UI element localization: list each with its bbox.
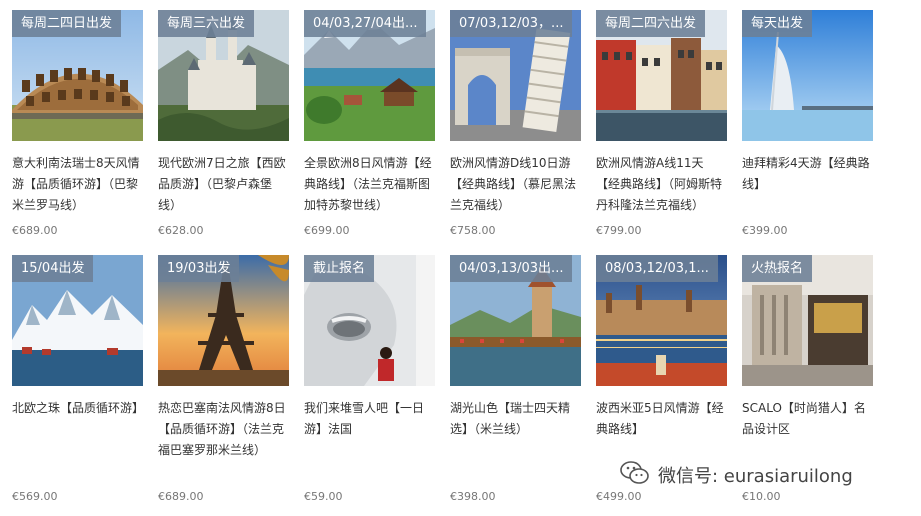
product-image-eiffel[interactable]: 19/03出发: [158, 255, 289, 386]
departure-badge: 15/04出发: [12, 255, 94, 282]
product-price: €799.00: [596, 224, 642, 237]
departure-badge: 每天出发: [742, 10, 813, 37]
departure-badge: 08/03,12/03,1...: [596, 255, 718, 282]
product-price: €398.00: [450, 490, 496, 503]
product-title[interactable]: 热恋巴塞南法风情游8日【品质循环游】（法兰克福巴塞罗那米兰线）: [158, 398, 289, 482]
departure-badge: 07/03,12/03，...: [450, 10, 573, 37]
product-price: €628.00: [158, 224, 204, 237]
product-title[interactable]: 现代欧洲7日之旅【西欧品质游】（巴黎卢森堡线）: [158, 153, 289, 216]
product-image-snow-sculpture[interactable]: 截止报名: [304, 255, 435, 386]
product-title[interactable]: 欧洲风情游D线10日游【经典路线】（慕尼黑法兰克福线）: [450, 153, 581, 216]
product-title[interactable]: 迪拜精彩4天游【经典路线】: [742, 153, 873, 216]
departure-badge: 19/03出发: [158, 255, 240, 282]
product-card[interactable]: 每天出发 迪拜精彩4天游【经典路线】 €399.00: [742, 10, 873, 255]
product-card[interactable]: 07/03,12/03，... 欧洲风情游D线10日游【经典路线】（慕尼黑法兰克…: [450, 10, 581, 255]
departure-badge: 每周二四日出发: [12, 10, 122, 37]
departure-badge: 每周三六出发: [158, 10, 255, 37]
product-image-prague[interactable]: 08/03,12/03,1...: [596, 255, 727, 386]
product-price: €758.00: [450, 224, 496, 237]
product-card[interactable]: 每周二四六出发 欧洲风情游A线11天【经典路线】（阿姆斯特丹科隆法兰克福线） €…: [596, 10, 727, 255]
product-image-lofoten[interactable]: 15/04出发: [12, 255, 143, 386]
product-title[interactable]: 湖光山色【瑞士四天精选】（米兰线）: [450, 398, 581, 482]
product-image-scalo-outlet[interactable]: 火热报名: [742, 255, 873, 386]
product-image-alpine-lake[interactable]: 04/03,27/04出...: [304, 10, 435, 141]
product-image-lucerne[interactable]: 04/03,13/03出...: [450, 255, 581, 386]
product-card[interactable]: 04/03,27/04出... 全景欧洲8日风情游【经典路线】（法兰克福斯图加特…: [304, 10, 435, 255]
product-card[interactable]: 04/03,13/03出... 湖光山色【瑞士四天精选】（米兰线） €398.0…: [450, 255, 581, 515]
product-title[interactable]: 意大利南法瑞士8天风情游【品质循环游】（巴黎米兰罗马线）: [12, 153, 143, 216]
product-card[interactable]: 截止报名 我们来堆雪人吧【一日游】法国 €59.00: [304, 255, 435, 515]
product-card[interactable]: 每周二四日出发 意大利南法瑞士8天风情游【品质循环游】（巴黎米兰罗马线） €68…: [12, 10, 143, 255]
product-card[interactable]: 19/03出发 热恋巴塞南法风情游8日【品质循环游】（法兰克福巴塞罗那米兰线） …: [158, 255, 289, 515]
product-title[interactable]: 欧洲风情游A线11天【经典路线】（阿姆斯特丹科隆法兰克福线）: [596, 153, 727, 216]
product-card[interactable]: 15/04出发 北欧之珠【品质循环游】 €569.00: [12, 255, 143, 515]
product-image-burj-al-arab[interactable]: 每天出发: [742, 10, 873, 141]
product-price: €569.00: [12, 490, 58, 503]
product-image-colosseum[interactable]: 每周二四日出发: [12, 10, 143, 141]
departure-badge: 04/03,27/04出...: [304, 10, 427, 37]
product-title[interactable]: 全景欧洲8日风情游【经典路线】（法兰克福斯图加特苏黎世线）: [304, 153, 435, 216]
product-title[interactable]: 我们来堆雪人吧【一日游】法国: [304, 398, 435, 482]
departure-badge: 04/03,13/03出...: [450, 255, 573, 282]
wechat-watermark: 微信号: eurasiaruilong: [614, 458, 859, 492]
product-image-castle[interactable]: 每周三六出发: [158, 10, 289, 141]
product-price: €689.00: [158, 490, 204, 503]
product-price: €399.00: [742, 224, 788, 237]
wechat-id-text: 微信号: eurasiaruilong: [658, 466, 853, 487]
product-price: €699.00: [304, 224, 350, 237]
product-image-canal-houses[interactable]: 每周二四六出发: [596, 10, 727, 141]
product-title[interactable]: 北欧之珠【品质循环游】: [12, 398, 143, 482]
product-price: €689.00: [12, 224, 58, 237]
product-grid: 每周二四日出发 意大利南法瑞士8天风情游【品质循环游】（巴黎米兰罗马线） €68…: [12, 10, 873, 515]
product-image-pisa-arch[interactable]: 07/03,12/03，...: [450, 10, 581, 141]
departure-badge: 每周二四六出发: [596, 10, 706, 37]
product-price: €59.00: [304, 490, 343, 503]
departure-badge: 截止报名: [304, 255, 375, 282]
product-card[interactable]: 每周三六出发 现代欧洲7日之旅【西欧品质游】（巴黎卢森堡线） €628.00: [158, 10, 289, 255]
wechat-icon: [620, 460, 650, 490]
departure-badge: 火热报名: [742, 255, 813, 282]
